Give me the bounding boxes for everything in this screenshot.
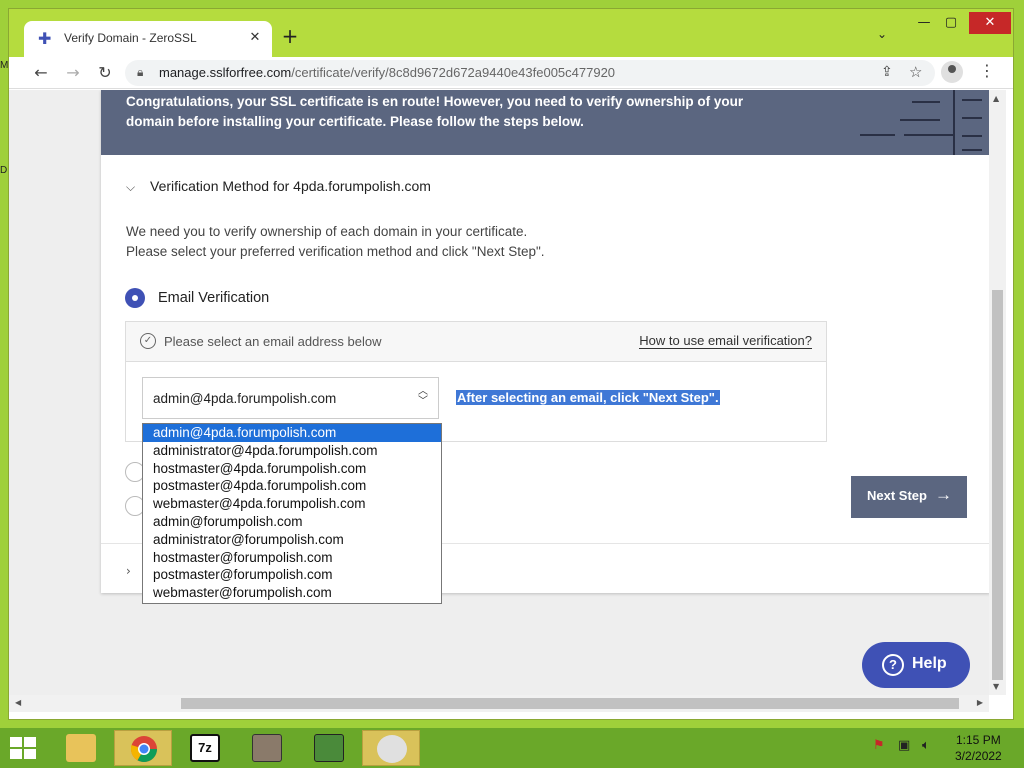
browser-window: ✚ Verify Domain - ZeroSSL ✕ + ⌄ — ▢ ✕ ← … (8, 8, 1014, 720)
email-option[interactable]: webmaster@forumpolish.com (143, 584, 441, 602)
taskbar: 7z ⚑ ▣ 🔈︎ 1:15 PM 3/2/2022 (0, 728, 1024, 768)
star-icon[interactable]: ☆ (909, 63, 922, 81)
minimize-icon[interactable]: — (914, 11, 934, 35)
volume-muted-icon[interactable]: 🔈︎ (922, 738, 930, 753)
forward-arrow-icon[interactable]: → (61, 61, 85, 85)
url-text[interactable]: manage.sslforfree.com/certificate/verify… (159, 65, 615, 80)
lock-app-icon (314, 734, 344, 762)
scroll-down-icon[interactable]: ▼ (993, 682, 999, 691)
window-close-icon[interactable]: ✕ (969, 12, 1011, 34)
lock-icon[interactable]: 🔒︎ (137, 65, 143, 80)
email-option[interactable]: administrator@forumpolish.com (143, 531, 441, 549)
email-help-link[interactable]: How to use email verification? (639, 333, 812, 349)
chrome-icon (130, 736, 158, 763)
arrow-right-icon: → (935, 485, 952, 504)
reload-icon[interactable]: ↻ (93, 61, 117, 85)
browser-tab[interactable]: ✚ Verify Domain - ZeroSSL ✕ (24, 21, 272, 57)
email-dropdown-list[interactable]: admin@4pda.forumpolish.com administrator… (142, 423, 442, 604)
scroll-thumb[interactable] (992, 290, 1003, 680)
next-step-button[interactable]: Next Step → (851, 476, 967, 518)
maximize-icon[interactable]: ▢ (941, 11, 961, 35)
close-tab-icon[interactable]: ✕ (246, 29, 264, 47)
next-step-label: Next Step (867, 488, 927, 503)
7zip-icon: 7z (190, 734, 220, 762)
instructions: We need you to verify ownership of each … (126, 222, 545, 262)
section-title: Verification Method for 4pda.forumpolish… (150, 178, 431, 194)
email-verification-radio[interactable] (125, 288, 145, 308)
email-option[interactable]: postmaster@4pda.forumpolish.com (143, 477, 441, 495)
folder-icon (66, 734, 96, 762)
taskbar-7zip[interactable]: 7z (176, 730, 234, 766)
flag-icon[interactable]: ⚑ (873, 738, 885, 753)
scroll-right-icon[interactable]: ▶ (977, 698, 983, 707)
instructions-line: Please select your preferred verificatio… (126, 244, 545, 259)
chevron-down-icon: ⌵ (126, 180, 136, 194)
email-panel-header: ✓ Please select an email address below H… (126, 322, 826, 362)
network-icon[interactable]: ▣ (898, 738, 910, 753)
email-prompt: Please select an email address below (164, 334, 382, 349)
url-host: manage.sslforfree.com (159, 65, 292, 80)
vertical-scrollbar[interactable]: ▲ ▼ (989, 90, 1006, 695)
browser-toolbar: ← → ↻ 🔒︎ manage.sslforfree.com/certifica… (9, 57, 1013, 89)
puzzle-icon: ✚ (38, 29, 52, 48)
clock-time: 1:15 PM (956, 733, 1001, 747)
clock-date: 3/2/2022 (955, 749, 1002, 763)
email-option[interactable]: postmaster@forumpolish.com (143, 566, 441, 584)
mouse-icon (377, 735, 407, 763)
check-circle-icon: ✓ (140, 333, 156, 349)
email-option[interactable]: admin@forumpolish.com (143, 513, 441, 531)
email-select-value: admin@4pda.forumpolish.com (153, 391, 337, 406)
help-label: Help (912, 655, 947, 672)
next-step-hint: After selecting an email, click "Next St… (456, 390, 720, 405)
share-icon[interactable]: ⇪ (881, 64, 893, 80)
taskbar-file-explorer[interactable] (52, 730, 110, 766)
system-clock[interactable]: 1:15 PM 3/2/2022 (955, 732, 1002, 764)
email-option[interactable]: webmaster@4pda.forumpolish.com (143, 495, 441, 513)
portrait-icon (252, 734, 282, 762)
new-tab-plus-icon[interactable]: + (279, 25, 301, 47)
taskbar-app[interactable] (362, 730, 420, 766)
scroll-thumb[interactable] (181, 698, 959, 709)
taskbar-chrome[interactable] (114, 730, 172, 766)
desktop-icon-label: D (0, 165, 8, 176)
scroll-left-icon[interactable]: ◀ (15, 698, 21, 707)
section-header[interactable]: ⌵ Verification Method for 4pda.forumpolis… (126, 178, 431, 195)
back-arrow-icon[interactable]: ← (29, 61, 53, 85)
banner-decoration (860, 90, 982, 155)
banner-text: Congratulations, your SSL certificate is… (126, 94, 744, 129)
tab-title: Verify Domain - ZeroSSL (64, 31, 197, 45)
banner: Congratulations, your SSL certificate is… (101, 90, 989, 155)
email-select[interactable]: admin@4pda.forumpolish.com ︿ ﹀ (142, 377, 439, 419)
tab-strip: ✚ Verify Domain - ZeroSSL ✕ + ⌄ — ▢ ✕ (9, 9, 1013, 57)
email-option[interactable]: hostmaster@4pda.forumpolish.com (143, 460, 441, 478)
email-option[interactable]: administrator@4pda.forumpolish.com (143, 442, 441, 460)
email-option[interactable]: admin@4pda.forumpolish.com (143, 424, 441, 442)
up-down-chevron-icon: ︿ ﹀ (418, 386, 428, 407)
page-viewport: Congratulations, your SSL certificate is… (9, 90, 989, 695)
chevron-down-icon[interactable]: ⌄ (877, 27, 887, 41)
kebab-menu-icon[interactable]: ⋮ (979, 61, 995, 80)
chevron-right-icon[interactable]: › (126, 564, 131, 578)
help-button[interactable]: ? Help (862, 642, 970, 688)
taskbar-app[interactable] (238, 730, 296, 766)
email-verification-label[interactable]: Email Verification (158, 290, 269, 306)
email-option[interactable]: hostmaster@forumpolish.com (143, 549, 441, 567)
scroll-up-icon[interactable]: ▲ (993, 94, 999, 103)
question-icon: ? (882, 654, 904, 676)
profile-avatar-icon[interactable] (941, 61, 963, 83)
instructions-line: We need you to verify ownership of each … (126, 224, 528, 239)
horizontal-scrollbar[interactable]: ◀ ▶ (9, 695, 989, 712)
url-path: /certificate/verify/8c8d9672d672a9440e43… (291, 65, 616, 80)
taskbar-app[interactable] (300, 730, 358, 766)
windows-start-icon[interactable] (10, 737, 38, 761)
address-bar[interactable]: 🔒︎ manage.sslforfree.com/certificate/ver… (125, 60, 935, 86)
